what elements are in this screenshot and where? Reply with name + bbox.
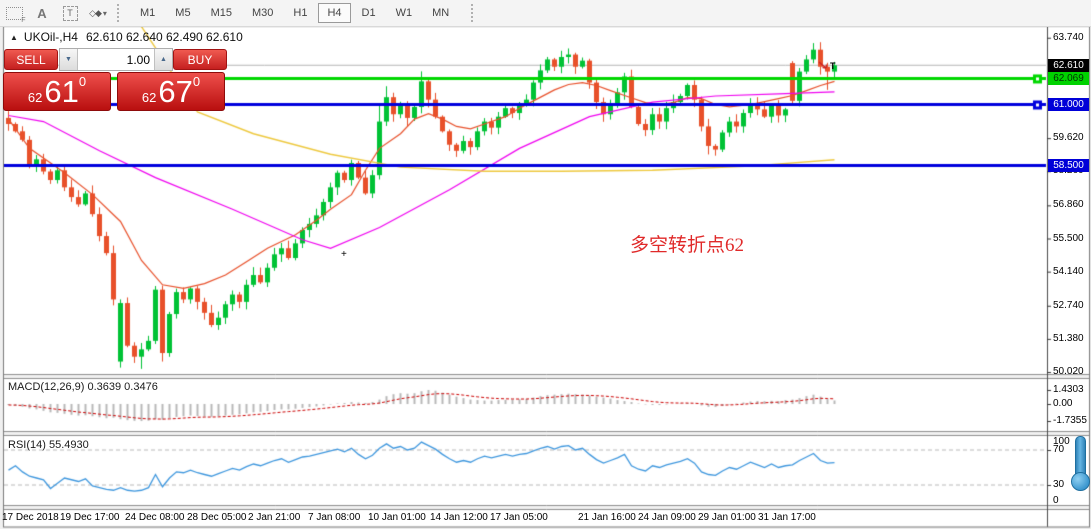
timeframe-button-d1[interactable]: D1 <box>353 3 385 23</box>
toolbar-grip <box>117 4 125 22</box>
timeframe-button-mn[interactable]: MN <box>423 3 458 23</box>
volume-increase-button[interactable]: ▲ <box>154 49 172 70</box>
macd-label: MACD(12,26,9) 0.3639 0.3476 <box>8 381 158 393</box>
volume-decrease-button[interactable]: ▼ <box>60 49 78 70</box>
current-price-tag: 62.610 <box>1048 59 1089 72</box>
time-axis-label: 28 Dec 05:00 <box>187 512 247 523</box>
volume-stepper: ▼ 1.00 ▲ <box>59 48 173 71</box>
timeframe-button-h4[interactable]: H4 <box>318 3 350 23</box>
timeframe-button-m5[interactable]: M5 <box>166 3 199 23</box>
time-axis-label: 14 Jan 12:00 <box>430 512 488 523</box>
time-axis-label: 10 Jan 01:00 <box>368 512 426 523</box>
price-tick-label: 59.620 <box>1053 132 1084 143</box>
level-price-tag: 62.069 <box>1048 72 1089 85</box>
price-tick-label: 54.140 <box>1053 266 1084 277</box>
price-tick-label: 55.500 <box>1053 233 1084 244</box>
scroll-indicator-knob <box>1071 472 1090 491</box>
rsi-axis-label: 30 <box>1053 479 1064 490</box>
buy-button[interactable]: BUY <box>173 49 227 70</box>
time-axis-label: 19 Dec 17:00 <box>60 512 120 523</box>
buy-price-button[interactable]: 62 67 0 <box>117 72 225 111</box>
sell-price-sup: 0 <box>79 75 86 88</box>
timeframe-button-w1[interactable]: W1 <box>387 3 422 23</box>
sell-price-button[interactable]: 62 61 0 <box>3 72 111 111</box>
price-tick-label: 56.860 <box>1053 199 1084 210</box>
time-axis-label: 2 Jan 21:00 <box>248 512 300 523</box>
buy-price-big: 67 <box>158 77 192 107</box>
time-axis-label: 21 Jan 16:00 <box>578 512 636 523</box>
text-tool-icon: T <box>63 6 78 21</box>
timeframe-group: M1M5M15M30H1H4D1W1MN <box>130 3 459 23</box>
time-axis-label: 7 Jan 08:00 <box>308 512 360 523</box>
volume-input[interactable]: 1.00 <box>78 49 154 70</box>
time-axis-label: 24 Dec 08:00 <box>125 512 185 523</box>
price-tick-label: 51.380 <box>1053 333 1084 344</box>
scroll-indicator[interactable] <box>1070 436 1090 498</box>
price-tick-label: 52.740 <box>1053 300 1084 311</box>
shapes-tool-button[interactable]: ◇◆ ▾ <box>86 2 110 24</box>
price-tick-label: 63.740 <box>1053 32 1084 43</box>
application-window: F A T ◇◆ ▾ M1M5M15M30H1H4D1W1MN ▲ UKOil-… <box>0 0 1091 529</box>
symbol-period-label: UKOil-,H4 <box>24 30 78 44</box>
trade-marker-label: T <box>830 61 836 71</box>
chart-title: ▲ UKOil-,H4 62.610 62.640 62.490 62.610 <box>10 30 243 44</box>
chart-annotation-text: 多空转折点62 <box>630 230 744 257</box>
time-axis-label: 17 Jan 05:00 <box>490 512 548 523</box>
collapse-panel-icon[interactable]: ▲ <box>10 33 18 42</box>
macd-axis-label: 1.4303 <box>1053 384 1084 395</box>
time-axis-label: 29 Jan 01:00 <box>698 512 756 523</box>
rsi-label: RSI(14) 55.4930 <box>8 439 89 451</box>
label-tool-button[interactable]: A <box>30 2 54 24</box>
price-tick-label: 50.020 <box>1053 366 1084 377</box>
plus-marker: + <box>341 249 347 260</box>
macd-axis-label: -1.7355 <box>1053 415 1087 426</box>
toolbar: F A T ◇◆ ▾ M1M5M15M30H1H4D1W1MN <box>0 0 1091 27</box>
text-tool-button[interactable]: T <box>58 2 82 24</box>
buy-price-small: 62 <box>142 89 156 107</box>
timeframe-button-m30[interactable]: M30 <box>243 3 282 23</box>
time-axis-label: 31 Jan 17:00 <box>758 512 816 523</box>
macd-axis-label: 0.00 <box>1053 398 1072 409</box>
level-price-tag: 58.500 <box>1048 159 1089 172</box>
ohlc-values: 62.610 62.640 62.490 62.610 <box>86 30 243 44</box>
sell-price-small: 62 <box>28 89 42 107</box>
time-axis-label: 17 Dec 2018 <box>2 512 59 523</box>
level-price-tag: 61.000 <box>1048 98 1089 111</box>
time-axis-label: 24 Jan 09:00 <box>638 512 696 523</box>
timeframe-button-h1[interactable]: H1 <box>284 3 316 23</box>
cursor-grid-tool-button[interactable]: F <box>2 2 26 24</box>
chevron-down-icon: ▾ <box>103 9 107 18</box>
timeframe-button-m15[interactable]: M15 <box>202 3 241 23</box>
sell-price-big: 61 <box>44 77 78 107</box>
one-click-trading-panel: SELL ▼ 1.00 ▲ BUY 62 61 0 62 67 0 <box>3 46 226 112</box>
rsi-axis-label: 70 <box>1053 444 1064 455</box>
cursor-grid-icon: F <box>6 7 23 20</box>
toolbar-grip <box>471 4 479 22</box>
buy-price-sup: 0 <box>193 75 200 88</box>
shapes-icon: ◇◆ <box>89 8 101 19</box>
sell-button[interactable]: SELL <box>4 49 58 70</box>
timeframe-button-m1[interactable]: M1 <box>131 3 164 23</box>
rsi-axis-label: 0 <box>1053 495 1059 506</box>
